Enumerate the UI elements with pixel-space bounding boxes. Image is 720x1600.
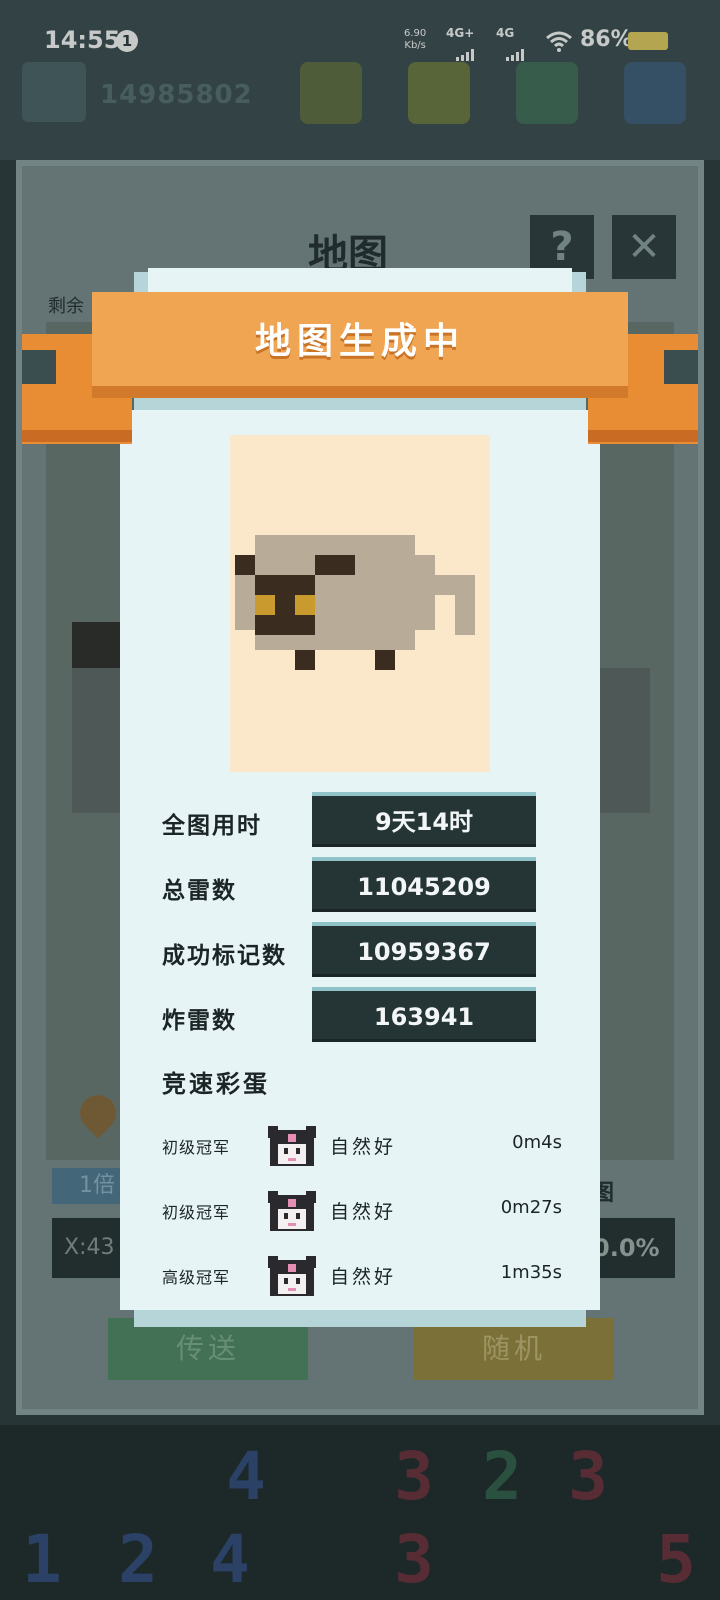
stat-label: 总雷数 — [162, 878, 237, 904]
ranking-label: 高级冠军 — [162, 1268, 231, 1287]
stat-value: 9天14时 — [312, 792, 536, 844]
modal-title: 地图生成中 — [254, 320, 465, 362]
ranking-time: 1m35s — [500, 1262, 562, 1283]
kuromi-avatar-icon[interactable] — [266, 1122, 318, 1170]
stat-value: 163941 — [312, 987, 536, 1039]
ranking-row: 初级冠军 自然好 0m27s — [162, 1187, 562, 1239]
ranking-label: 初级冠军 — [162, 1203, 231, 1222]
ranking-player-name: 自然好 — [330, 1201, 397, 1223]
ranking-player-name: 自然好 — [330, 1136, 397, 1158]
kuromi-avatar-icon[interactable] — [266, 1187, 318, 1235]
stat-value: 11045209 — [312, 857, 536, 909]
ranking-row: 初级冠军 自然好 0m4s — [162, 1122, 562, 1174]
sheep-pixel-art-icon — [235, 535, 475, 670]
stat-label: 全图用时 — [162, 813, 262, 839]
ribbon-notch — [664, 350, 698, 384]
speedrun-section-title: 竞速彩蛋 — [162, 1070, 270, 1098]
kuromi-avatar-icon[interactable] — [266, 1252, 318, 1300]
stat-value: 10959367 — [312, 922, 536, 974]
stat-label: 成功标记数 — [162, 943, 287, 969]
ranking-label: 初级冠军 — [162, 1138, 231, 1157]
ranking-player-name: 自然好 — [330, 1266, 397, 1288]
ranking-time: 0m27s — [500, 1197, 562, 1218]
stat-label: 炸雷数 — [162, 1008, 237, 1034]
ribbon-notch — [22, 350, 56, 384]
map-preview — [230, 435, 490, 772]
ranking-row: 高级冠军 自然好 1m35s — [162, 1252, 562, 1304]
ranking-time: 0m4s — [512, 1132, 562, 1153]
